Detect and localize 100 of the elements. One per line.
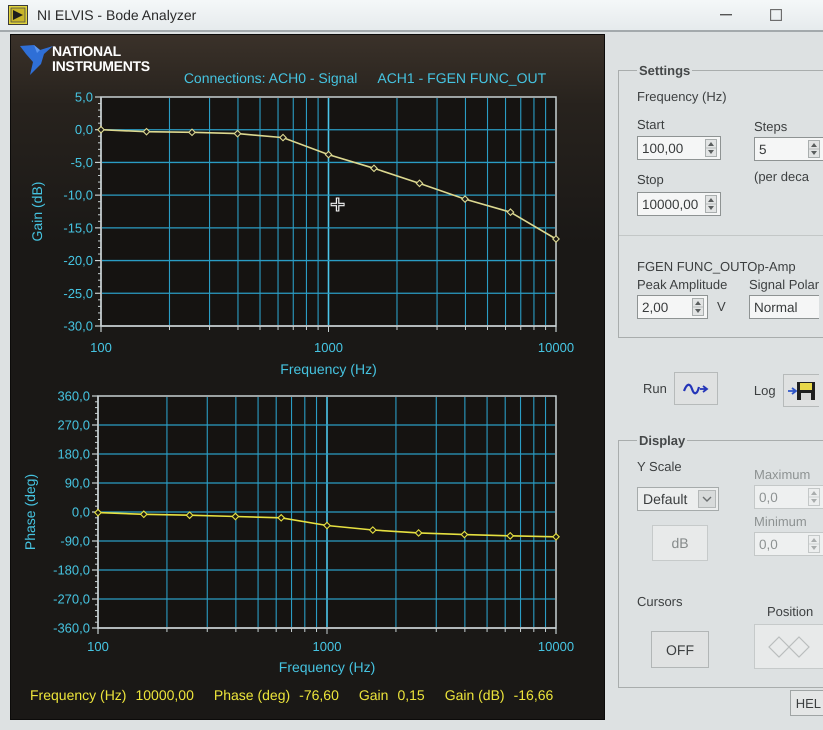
axis-tick-label: 100	[87, 639, 109, 654]
field-label: Maximum	[754, 467, 812, 483]
cursors-toggle-button[interactable]: OFF	[651, 631, 709, 668]
number-field[interactable]: 5	[754, 137, 823, 161]
readout-value: 10000,00	[135, 687, 194, 703]
number-field[interactable]: 10000,00	[637, 192, 721, 216]
readout-label: Phase (deg)	[214, 687, 290, 703]
axis-tick-label: -25,0	[63, 286, 93, 301]
data-point-marker	[368, 526, 377, 534]
data-point-marker	[279, 134, 287, 142]
field-label: Peak Amplitude	[637, 277, 728, 293]
axis-tick-label: -30,0	[63, 318, 93, 334]
help-button[interactable]: HEL	[790, 690, 823, 716]
button-label: Run	[643, 380, 667, 396]
maximize-icon[interactable]	[770, 9, 782, 21]
axis-tick-label: 90,0	[64, 476, 90, 490]
field-label: Start	[637, 117, 666, 133]
field-label: Stop	[637, 172, 665, 188]
logo-text: NATIONAL	[52, 44, 122, 59]
axis-tick-label: -20,0	[63, 253, 93, 268]
data-point-marker	[186, 511, 194, 520]
field-label: Minimum	[754, 514, 808, 530]
group-title: Settings	[638, 63, 692, 78]
axis-tick-label: -15,0	[63, 220, 93, 236]
axis-tick-label: 1000	[312, 639, 342, 654]
data-point-marker	[277, 514, 286, 522]
axis-tick-label: 0,0	[72, 504, 90, 520]
spin-arrows-icon[interactable]	[692, 298, 704, 316]
spin-arrows-icon[interactable]	[705, 195, 717, 213]
data-point-marker	[140, 510, 148, 518]
data-point-marker	[188, 128, 196, 136]
axis-title: Frequency (Hz)	[280, 361, 377, 377]
dropdown-field[interactable]: Normal	[749, 295, 820, 319]
axis-tick-label: -270,0	[53, 592, 90, 606]
field-label: Y Scale	[637, 459, 683, 475]
unit-label: V	[717, 299, 726, 315]
axis-tick-label: 0,0	[74, 122, 93, 138]
logo-bird-icon	[20, 42, 54, 76]
data-point-marker	[231, 512, 240, 520]
axis-title: Gain (dB)	[29, 182, 45, 242]
readout-label: Frequency (Hz)	[30, 687, 126, 703]
run-button[interactable]	[674, 372, 718, 405]
field-label: Frequency (Hz)	[637, 89, 728, 105]
number-field[interactable]: 2,00	[637, 295, 708, 319]
spin-arrows-icon[interactable]	[808, 140, 820, 158]
field-label: Position	[767, 604, 814, 620]
axis-tick-label: 5,0	[74, 90, 93, 104]
data-point-marker	[416, 179, 424, 188]
data-point-marker	[94, 508, 102, 517]
floppy-disk-icon	[786, 380, 817, 400]
readout-label: Gain	[358, 687, 388, 703]
minimize-icon[interactable]	[720, 14, 732, 16]
axis-tick-label: 100	[90, 340, 112, 355]
data-point-marker	[552, 532, 560, 541]
crosshair-cursor-icon	[328, 196, 346, 214]
dropdown-field[interactable]: Default	[637, 487, 719, 511]
field-label: Steps	[754, 119, 788, 135]
axis-tick-label: -5,0	[70, 154, 93, 170]
data-point-marker	[324, 150, 332, 159]
data-point-marker	[323, 522, 331, 530]
connections-text: ACH1 - FGEN FUNC_OUT	[377, 70, 546, 86]
logo-text: INSTRUMENTS	[52, 59, 150, 74]
readout-label: Gain (dB)	[444, 687, 505, 703]
data-point-marker	[506, 532, 514, 540]
axis-tick-label: 1000	[314, 340, 343, 355]
axis-tick-label: -90,0	[60, 534, 90, 548]
axis-title: Phase (deg)	[22, 474, 38, 550]
axis-tick-label: 10000	[538, 340, 574, 355]
axis-tick-label: 180,0	[57, 446, 90, 462]
axis-tick-label: -360,0	[53, 620, 90, 636]
data-point-marker	[97, 126, 105, 134]
button-label: Log	[754, 382, 776, 398]
spin-arrows-icon[interactable]	[705, 139, 717, 157]
data-point-marker	[506, 208, 514, 216]
group-title: Display	[638, 433, 686, 448]
axis-tick-label: -10,0	[63, 188, 93, 203]
readout-value: 0,15	[397, 687, 425, 703]
data-point-marker	[234, 130, 242, 138]
field-label: Cursors	[637, 594, 684, 610]
section-label: FGEN FUNC_OUTOp-Amp	[637, 259, 797, 275]
data-point-marker	[460, 530, 468, 539]
readout-value: -16,66	[514, 687, 554, 703]
data-point-marker	[414, 528, 423, 537]
log-button[interactable]	[782, 374, 819, 407]
data-point-marker	[461, 195, 469, 204]
caret-down-icon[interactable]	[698, 490, 716, 508]
window-title: NI ELVIS - Bode Analyzer	[37, 7, 196, 23]
connections-text: Connections: ACH0 - Signal	[184, 70, 358, 86]
axis-title: Frequency (Hz)	[278, 659, 376, 675]
axis-tick-label: -180,0	[53, 562, 90, 578]
number-field[interactable]: 100,00	[637, 136, 721, 160]
app-icon	[8, 5, 28, 25]
data-point-marker	[370, 164, 378, 172]
diamond-pair-icon	[768, 636, 810, 658]
field-note: (per deca	[754, 169, 810, 185]
field-label: Signal Polar	[749, 277, 820, 293]
wave-arrow-icon	[682, 380, 709, 396]
data-point-marker	[142, 128, 150, 136]
axis-tick-label: 10000	[538, 639, 574, 654]
readout-value: -76,60	[299, 687, 339, 703]
